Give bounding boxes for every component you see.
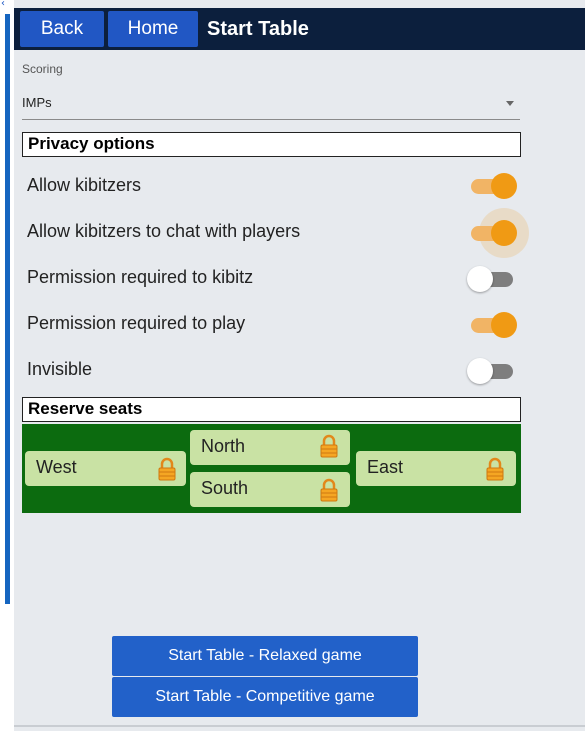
invisible-label: Invisible (27, 359, 93, 379)
invisible-toggle[interactable] (467, 356, 519, 386)
allow-kibitzers-label: Allow kibitzers (27, 175, 142, 195)
allow-kibitzers-toggle[interactable] (467, 171, 519, 201)
allow-kibitzer-chat-label: Allow kibitzers to chat with players (27, 221, 301, 241)
padlock-icon (320, 478, 338, 502)
toggle-thumb (467, 358, 493, 384)
scoring-select[interactable]: IMPs (22, 88, 520, 120)
header-bar: Back Home Start Table (14, 8, 585, 50)
permission-play-label: Permission required to play (27, 313, 246, 333)
back-button[interactable]: Back (20, 11, 104, 47)
reserve-seats-title: Reserve seats (28, 399, 143, 418)
scoring-label: Scoring (22, 62, 63, 76)
caret-down-icon (506, 101, 514, 106)
left-edge-strip: ‹ (0, 0, 14, 731)
left-edge-bar (5, 14, 10, 604)
reserve-seats-header: Reserve seats (22, 397, 521, 422)
padlock-icon (320, 434, 338, 458)
toggle-thumb (491, 312, 517, 338)
start-relaxed-button[interactable]: Start Table - Relaxed game (112, 636, 418, 676)
seat-south[interactable]: South (190, 472, 350, 507)
seat-north[interactable]: North (190, 430, 350, 465)
seat-west[interactable]: West (25, 451, 186, 486)
toggle-thumb (467, 266, 493, 292)
bottom-divider (14, 725, 585, 727)
start-table-panel: Back Home Start Table Scoring IMPs Priva… (14, 0, 585, 731)
seat-east-label: East (367, 457, 404, 477)
toggle-thumb (491, 220, 517, 246)
seat-south-label: South (201, 478, 249, 498)
padlock-icon (158, 457, 176, 481)
permission-kibitz-toggle[interactable] (467, 264, 519, 294)
privacy-options-header: Privacy options (22, 132, 521, 157)
seat-north-label: North (201, 436, 246, 456)
home-button[interactable]: Home (108, 11, 198, 47)
permission-play-toggle[interactable] (467, 310, 519, 340)
start-competitive-button[interactable]: Start Table - Competitive game (112, 677, 418, 717)
collapse-arrow-icon[interactable]: ‹ (1, 0, 5, 9)
privacy-options-title: Privacy options (28, 134, 155, 153)
allow-kibitzer-chat-toggle[interactable] (467, 208, 529, 258)
permission-kibitz-label: Permission required to kibitz (27, 267, 254, 287)
toggle-thumb (491, 173, 517, 199)
reserve-seats-panel: West North South East (22, 424, 521, 513)
scoring-value: IMPs (22, 95, 52, 110)
seat-west-label: West (36, 457, 77, 477)
padlock-icon (486, 457, 504, 481)
page-title: Start Table (207, 18, 309, 40)
seat-east[interactable]: East (356, 451, 516, 486)
